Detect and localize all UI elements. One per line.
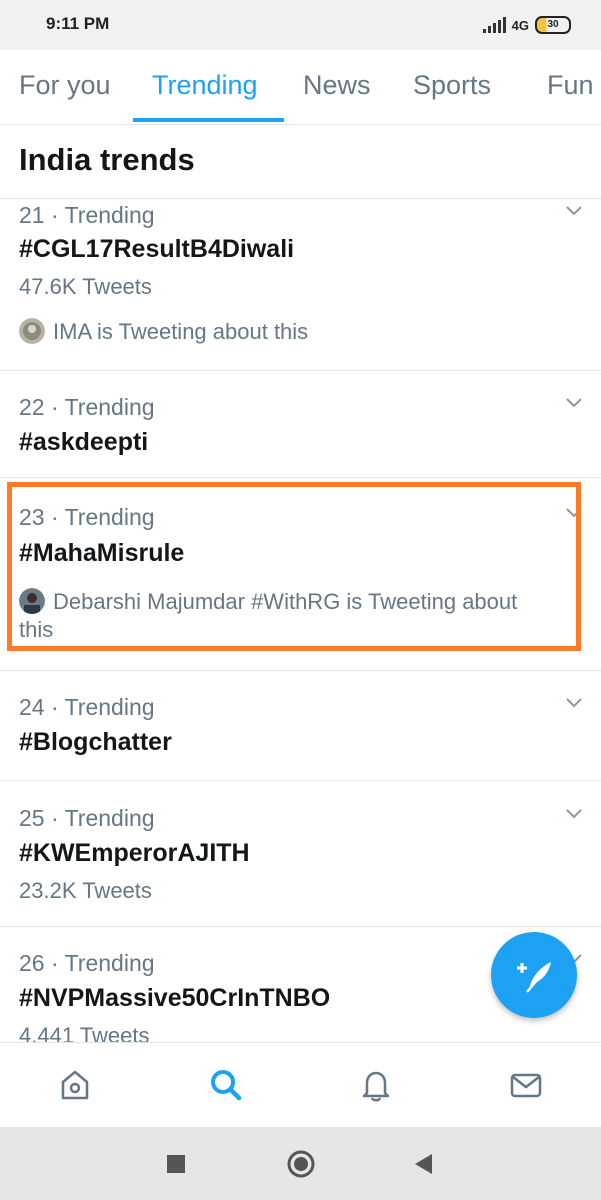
trend-rank: 21 · Trending xyxy=(19,202,155,228)
compose-tweet-icon xyxy=(517,962,551,993)
trend-tweet-count: 4,441 Tweets xyxy=(19,1023,150,1042)
battery-level: 30 xyxy=(547,19,559,30)
search-icon[interactable] xyxy=(208,1067,244,1103)
trend-item[interactable]: 21 · Trending #CGL17ResultB4Diwali 47.6K… xyxy=(0,199,601,371)
trend-item[interactable]: 24 · Trending #Blogchatter xyxy=(0,670,601,781)
trend-rank: 25 · Trending xyxy=(19,805,155,831)
trend-item[interactable]: 22 · Trending #askdeepti xyxy=(0,370,601,478)
trend-context: IMA is Tweeting about this xyxy=(19,318,309,345)
tab-fun[interactable]: Fun xyxy=(547,70,594,101)
trend-name: #NVPMassive50CrInTNBO xyxy=(19,984,331,1012)
trend-name: #Blogchatter xyxy=(19,728,172,756)
section-title: India trends xyxy=(19,142,195,177)
trend-context-text: IMA is Tweeting about this xyxy=(53,319,309,344)
signal-icon xyxy=(482,17,506,33)
network-type: 4G xyxy=(511,17,529,33)
active-tab-indicator xyxy=(133,118,284,122)
chevron-down-icon[interactable] xyxy=(565,697,583,709)
trend-tweet-count: 47.6K Tweets xyxy=(19,274,152,299)
back-icon[interactable] xyxy=(414,1153,434,1175)
recents-icon[interactable] xyxy=(166,1154,186,1174)
compose-tweet-button[interactable] xyxy=(491,932,577,1018)
tab-for-you[interactable]: For you xyxy=(19,70,111,101)
status-time: 9:11 PM xyxy=(46,14,110,33)
chevron-down-icon[interactable] xyxy=(565,808,583,820)
trend-rank: 22 · Trending xyxy=(19,394,155,420)
system-navigation-bar xyxy=(0,1127,601,1200)
home-circle-icon[interactable] xyxy=(286,1149,316,1179)
battery-icon: 30 xyxy=(535,16,571,34)
avatar xyxy=(19,318,45,344)
tab-trending[interactable]: Trending xyxy=(152,70,258,101)
chevron-down-icon[interactable] xyxy=(565,205,583,217)
notifications-icon[interactable] xyxy=(358,1067,394,1103)
trend-rank: 24 · Trending xyxy=(19,694,155,720)
home-icon[interactable] xyxy=(57,1067,93,1103)
explore-tabs: For you Trending News Sports Fun xyxy=(0,50,601,125)
trend-item[interactable]: 25 · Trending #KWEmperorAJITH 23.2K Twee… xyxy=(0,780,601,927)
trend-name: #KWEmperorAJITH xyxy=(19,839,250,867)
status-bar: 9:11 PM 4G 30 xyxy=(0,0,601,50)
trend-name: #CGL17ResultB4Diwali xyxy=(19,235,295,263)
status-indicators: 4G 30 xyxy=(482,15,571,35)
trend-name: #askdeepti xyxy=(19,428,149,456)
messages-icon[interactable] xyxy=(508,1067,544,1103)
chevron-down-icon[interactable] xyxy=(565,397,583,409)
tab-sports[interactable]: Sports xyxy=(413,70,491,101)
highlight-box xyxy=(7,482,581,651)
trend-tweet-count: 23.2K Tweets xyxy=(19,878,152,903)
trend-rank: 26 · Trending xyxy=(19,950,155,976)
bottom-navigation xyxy=(0,1042,601,1128)
tab-news[interactable]: News xyxy=(303,70,371,101)
